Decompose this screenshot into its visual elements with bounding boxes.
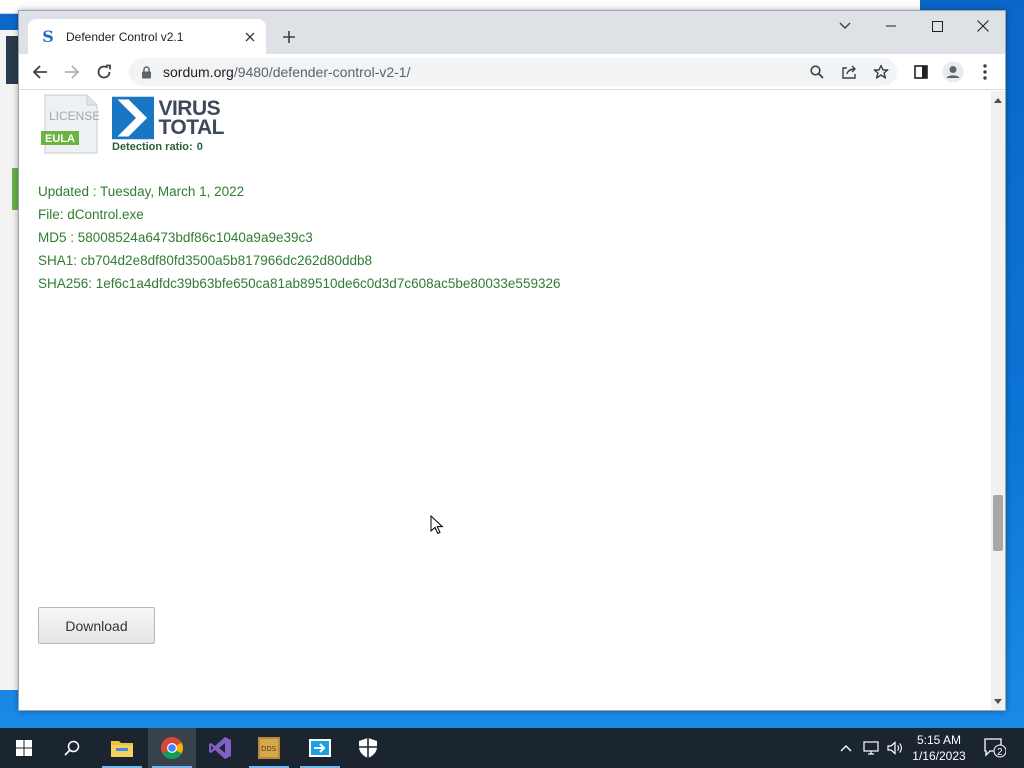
start-windows-icon[interactable] (0, 728, 48, 768)
dds-tool-icon[interactable]: DDS (245, 728, 293, 768)
tab-strip: S Defender Control v2.1 (19, 11, 1005, 54)
remote-app-icon[interactable] (296, 728, 344, 768)
menu-kebab-icon[interactable] (972, 59, 998, 85)
minimize-icon[interactable] (868, 11, 914, 41)
maximize-icon[interactable] (914, 11, 960, 41)
side-panel-icon[interactable] (908, 59, 934, 85)
volume-icon[interactable] (884, 728, 906, 768)
url-text[interactable]: sordum.org/9480/defender-control-v2-1/ (163, 64, 410, 80)
mouse-cursor-icon (430, 514, 444, 535)
detection-ratio: Detection ratio: 0 (112, 141, 203, 153)
svg-text:DDS: DDS (261, 745, 277, 753)
sha256-hash: SHA256: 1ef6c1a4dfdc39b63bfe650ca81ab895… (38, 276, 561, 291)
search-icon[interactable] (48, 728, 96, 768)
file-name: File: dControl.exe (38, 207, 144, 222)
notification-count: 2 (997, 747, 1003, 758)
new-tab-plus-icon[interactable] (277, 25, 301, 49)
profile-avatar-icon[interactable] (940, 59, 966, 85)
md5-hash: MD5 : 58008524a6473bdf86c1040a9a9e39c3 (38, 230, 313, 245)
taskbar-clock[interactable]: 5:15 AM 1/16/2023 (906, 732, 972, 764)
detection-ratio-label: Detection ratio: (112, 141, 193, 153)
shield-security-icon[interactable] (344, 728, 392, 768)
clock-date: 1/16/2023 (912, 749, 966, 763)
tab-search-chevron-icon[interactable] (822, 11, 868, 41)
updated-date: Updated : Tuesday, March 1, 2022 (38, 184, 245, 199)
close-window-icon[interactable] (960, 11, 1006, 41)
scroll-up-arrow-icon[interactable] (991, 93, 1005, 107)
notification-center-icon[interactable]: 2 (980, 728, 1010, 768)
browser-window: S Defender Control v2.1 sordum.org/9480/… (18, 10, 1006, 711)
page-content: LICENSE EULA VIRUS TOTAL Detection ratio… (19, 91, 1005, 710)
detection-ratio-value: 0 (196, 141, 203, 153)
network-icon[interactable] (860, 728, 882, 768)
vertical-scrollbar[interactable] (991, 91, 1005, 710)
sordum-favicon-icon: S (42, 26, 54, 46)
file-info: Updated : Tuesday, March 1, 2022 File: d… (38, 180, 560, 295)
lock-icon[interactable] (141, 65, 153, 79)
download-button[interactable]: Download (38, 607, 155, 644)
address-bar[interactable]: sordum.org/9480/defender-control-v2-1/ (129, 58, 897, 86)
svg-text:EULA: EULA (45, 133, 75, 145)
background-window-edge (0, 30, 18, 690)
taskbar: DDS 5:15 AM 1/16/2023 2 (0, 728, 1024, 768)
sha1-hash: SHA1: cb704d2e8df80fd3500a5b817966dc262d… (38, 253, 373, 268)
tab-title: Defender Control v2.1 (66, 29, 184, 44)
svg-text:LICENSE: LICENSE (49, 109, 99, 123)
tab-close-icon[interactable] (240, 27, 260, 47)
scroll-down-arrow-icon[interactable] (991, 694, 1005, 708)
browser-toolbar: sordum.org/9480/defender-control-v2-1/ (19, 54, 1005, 90)
virustotal-logo[interactable]: VIRUS TOTAL (112, 95, 224, 141)
virustotal-chevron-icon (112, 96, 155, 140)
zoom-search-icon[interactable] (804, 59, 830, 85)
browser-tab[interactable]: S Defender Control v2.1 (28, 19, 266, 54)
virustotal-logo-line2: TOTAL (158, 116, 224, 139)
tray-chevron-up-icon[interactable] (838, 728, 854, 768)
forward-arrow-icon[interactable] (59, 59, 85, 85)
reload-icon[interactable] (91, 59, 117, 85)
scrollbar-thumb[interactable] (993, 495, 1003, 551)
back-arrow-icon[interactable] (27, 59, 53, 85)
share-icon[interactable] (836, 59, 862, 85)
visual-studio-icon[interactable] (196, 728, 244, 768)
license-eula-icon: LICENSE EULA (41, 93, 100, 155)
bookmark-star-icon[interactable] (868, 59, 894, 85)
clock-time: 5:15 AM (916, 733, 962, 747)
file-explorer-icon[interactable] (98, 728, 146, 768)
chrome-icon[interactable] (148, 728, 196, 768)
